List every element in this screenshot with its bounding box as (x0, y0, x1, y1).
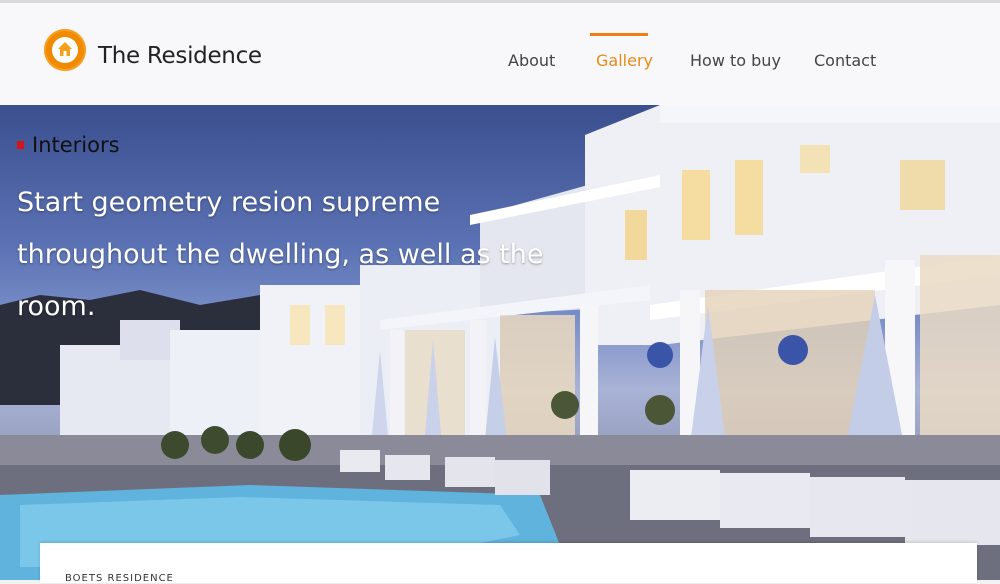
headline-line-2: throughout the dwelling, as well as the … (17, 239, 544, 322)
nav-active-indicator (590, 33, 648, 36)
category-label: Interiors (32, 133, 120, 157)
site-header: The Residence About Gallery How to buy C… (0, 3, 1000, 105)
nav-contact[interactable]: Contact (814, 51, 876, 70)
category-marker (17, 141, 24, 149)
nav-how-to-buy[interactable]: How to buy (690, 51, 781, 70)
hero-headline: Start geometry resion supreme throughout… (17, 177, 617, 333)
nav-gallery[interactable]: Gallery (596, 51, 653, 70)
content-card: BOETS RESIDENCE (40, 543, 977, 584)
hero-banner: Interiors Start geometry resion supreme … (0, 105, 1000, 580)
headline-line-1: Start geometry resion supreme (17, 187, 441, 218)
card-heading: BOETS RESIDENCE (65, 573, 174, 584)
main-nav: About Gallery How to buy Contact (0, 51, 1000, 81)
nav-about[interactable]: About (508, 51, 555, 70)
